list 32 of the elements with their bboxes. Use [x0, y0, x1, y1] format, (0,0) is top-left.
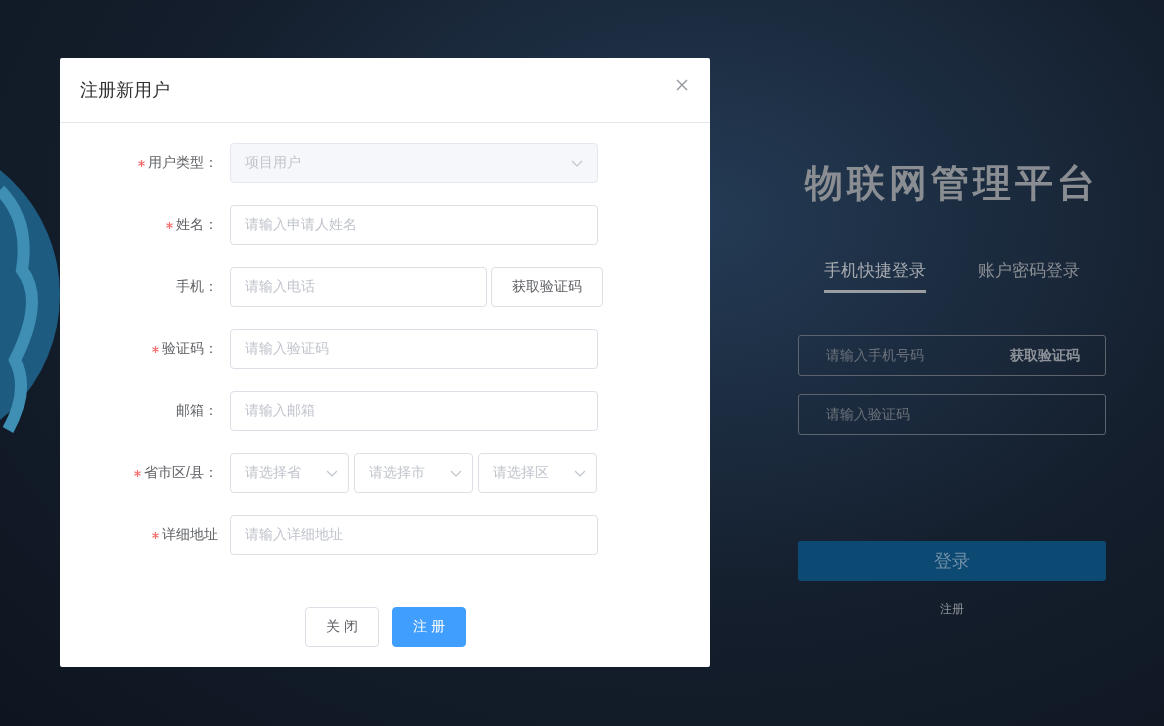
get-code-button[interactable]: 获取验证码 — [491, 267, 603, 307]
field-label: 详细地址 — [162, 526, 218, 544]
field-label: 姓名： — [176, 216, 218, 234]
phone-input[interactable]: 请输入电话 — [230, 267, 487, 307]
text-input[interactable]: 请输入详细地址 — [230, 515, 598, 555]
field-label: 省市区/县： — [144, 464, 218, 482]
login-tab[interactable]: 账户密码登录 — [978, 259, 1080, 293]
register-link[interactable]: 注册 — [940, 601, 964, 618]
text-input[interactable]: 请输入邮箱 — [230, 391, 598, 431]
region-select[interactable]: 请选择市 — [354, 453, 473, 493]
region-select[interactable]: 请选择省 — [230, 453, 349, 493]
chevron-down-icon — [574, 469, 586, 477]
chevron-down-icon — [450, 469, 462, 477]
login-button[interactable]: 登录 — [798, 541, 1106, 581]
get-code-link[interactable]: 获取验证码 — [1010, 346, 1080, 365]
text-input[interactable]: 请输入申请人姓名 — [230, 205, 598, 245]
field-label: 用户类型： — [148, 154, 218, 172]
platform-title: 物联网管理平台 — [805, 161, 1099, 206]
register-button[interactable]: 注 册 — [392, 607, 466, 647]
region-select[interactable]: 请选择区 — [478, 453, 597, 493]
close-button[interactable]: 关 闭 — [305, 607, 379, 647]
field-label: 验证码： — [162, 340, 218, 358]
close-icon[interactable] — [676, 79, 688, 91]
field-label: 手机： — [176, 278, 218, 296]
field-label: 邮箱： — [176, 402, 218, 420]
login-tab[interactable]: 手机快捷登录 — [824, 259, 926, 293]
dialog-title: 注册新用户 — [80, 79, 170, 102]
text-input[interactable]: 请输入验证码 — [230, 329, 598, 369]
chevron-down-icon — [571, 159, 583, 167]
phone-input[interactable]: 请输入手机号码 获取验证码 — [798, 335, 1106, 376]
chevron-down-icon — [326, 469, 338, 477]
code-input[interactable]: 请输入验证码 — [798, 394, 1106, 435]
